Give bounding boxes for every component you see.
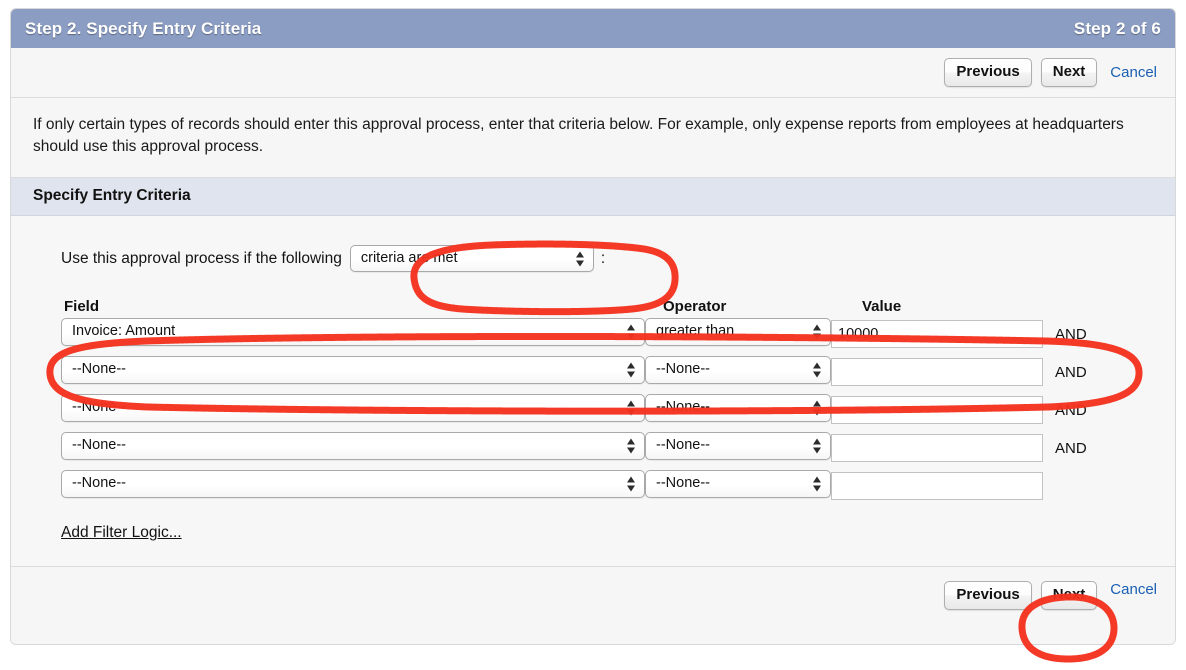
- criteria-value-cell: [831, 358, 1043, 387]
- column-header-field: Field: [64, 297, 100, 315]
- next-button-top[interactable]: Next: [1040, 57, 1098, 88]
- body-bottom-spacer: [33, 542, 1153, 564]
- criteria-value-cell: [831, 396, 1043, 425]
- field-select-3-value: --None--: [72, 398, 126, 415]
- stepper-arrows-icon: [627, 475, 636, 492]
- table-row: --None-- --None-- AND: [61, 355, 1091, 389]
- stepper-arrows-icon: [575, 250, 585, 267]
- wizard-panel: Step 2. Specify Entry Criteria Step 2 of…: [10, 8, 1176, 645]
- table-row: --None-- --None-- AND: [61, 431, 1091, 465]
- section-header-specify-entry-criteria: Specify Entry Criteria: [11, 177, 1175, 216]
- intro-description: If only certain types of records should …: [11, 98, 1175, 178]
- next-button-bottom[interactable]: Next: [1040, 580, 1098, 611]
- value-input-3[interactable]: [831, 396, 1043, 425]
- criteria-operator-cell: --None--: [645, 393, 831, 427]
- table-row: Invoice: Amount greater than AND: [61, 317, 1091, 351]
- cancel-link-bottom[interactable]: Cancel: [1110, 581, 1157, 598]
- wizard-title-bar: Step 2. Specify Entry Criteria Step 2 of…: [11, 9, 1175, 48]
- top-button-bar: Previous Next Cancel: [11, 48, 1175, 98]
- criteria-body: Use this approval process if the followi…: [11, 215, 1175, 566]
- operator-select-3-value: --None--: [656, 398, 710, 415]
- operator-select-2-value: --None--: [656, 360, 710, 377]
- criteria-table: Field Operator Value Invoice: Amount gre…: [61, 298, 1091, 503]
- operator-select-1[interactable]: greater than: [645, 317, 831, 346]
- table-row: --None-- --None-- AND: [61, 393, 1091, 427]
- approval-process-wizard-page: Step 2. Specify Entry Criteria Step 2 of…: [0, 0, 1186, 670]
- value-input-1[interactable]: [831, 320, 1043, 349]
- operator-select-2[interactable]: --None--: [645, 355, 831, 384]
- column-header-value: Value: [862, 297, 902, 315]
- criteria-field-cell: --None--: [61, 431, 645, 465]
- stepper-arrows-icon: [627, 399, 636, 416]
- stepper-arrows-icon: [627, 323, 636, 340]
- operator-select-5-value: --None--: [656, 474, 710, 491]
- field-select-4-value: --None--: [72, 436, 126, 453]
- cancel-link-top[interactable]: Cancel: [1110, 64, 1157, 81]
- stepper-arrows-icon: [813, 361, 822, 378]
- criteria-operator-cell: greater than: [645, 317, 831, 351]
- conjunction-label-3: AND: [1055, 401, 1087, 419]
- stepper-arrows-icon: [627, 437, 636, 454]
- criteria-field-cell: --None--: [61, 393, 645, 427]
- field-select-2-value: --None--: [72, 360, 126, 377]
- field-select-4[interactable]: --None--: [61, 431, 645, 460]
- criteria-mode-select-value: criteria are met: [360, 250, 458, 267]
- operator-select-5[interactable]: --None--: [645, 469, 831, 498]
- stepper-arrows-icon: [813, 437, 822, 454]
- step-indicator: Step 2 of 6: [1073, 18, 1161, 38]
- previous-button-top[interactable]: Previous: [944, 57, 1032, 88]
- criteria-mode-trailing-colon: :: [600, 249, 606, 267]
- criteria-field-cell: --None--: [61, 469, 645, 503]
- operator-select-4[interactable]: --None--: [645, 431, 831, 460]
- field-select-1-value: Invoice: Amount: [72, 322, 176, 339]
- conjunction-label-4: AND: [1055, 439, 1087, 457]
- field-select-5-value: --None--: [72, 474, 126, 491]
- criteria-table-header: Field Operator Value: [61, 298, 1091, 315]
- table-row: --None-- --None--: [61, 469, 1091, 503]
- value-input-5[interactable]: [831, 472, 1043, 501]
- criteria-mode-label: Use this approval process if the followi…: [61, 249, 342, 267]
- criteria-value-cell: [831, 320, 1043, 349]
- column-header-operator: Operator: [663, 297, 727, 315]
- criteria-operator-cell: --None--: [645, 431, 831, 465]
- conjunction-label-2: AND: [1055, 363, 1087, 381]
- stepper-arrows-icon: [627, 361, 636, 378]
- previous-button-bottom[interactable]: Previous: [944, 580, 1032, 611]
- operator-select-4-value: --None--: [656, 436, 710, 453]
- criteria-value-cell: [831, 434, 1043, 463]
- value-input-4[interactable]: [831, 434, 1043, 463]
- field-select-3[interactable]: --None--: [61, 393, 645, 422]
- operator-select-1-value: greater than: [656, 322, 735, 339]
- criteria-operator-cell: --None--: [645, 469, 831, 503]
- criteria-mode-select[interactable]: criteria are met: [349, 245, 594, 273]
- criteria-field-cell: --None--: [61, 355, 645, 389]
- field-select-2[interactable]: --None--: [61, 355, 645, 384]
- criteria-value-cell: [831, 472, 1043, 501]
- conjunction-label-1: AND: [1055, 325, 1087, 343]
- criteria-mode-row: Use this approval process if the followi…: [61, 242, 1153, 276]
- value-input-2[interactable]: [831, 358, 1043, 387]
- field-select-1[interactable]: Invoice: Amount: [61, 317, 645, 346]
- page-title: Step 2. Specify Entry Criteria: [25, 18, 262, 38]
- stepper-arrows-icon: [813, 323, 822, 340]
- criteria-field-cell: Invoice: Amount: [61, 317, 645, 351]
- criteria-operator-cell: --None--: [645, 355, 831, 389]
- operator-select-3[interactable]: --None--: [645, 393, 831, 422]
- bottom-button-bar: Previous Next Cancel: [11, 565, 1175, 644]
- stepper-arrows-icon: [813, 399, 822, 416]
- field-select-5[interactable]: --None--: [61, 469, 645, 498]
- stepper-arrows-icon: [813, 475, 822, 492]
- add-filter-logic-link[interactable]: Add Filter Logic...: [61, 524, 182, 542]
